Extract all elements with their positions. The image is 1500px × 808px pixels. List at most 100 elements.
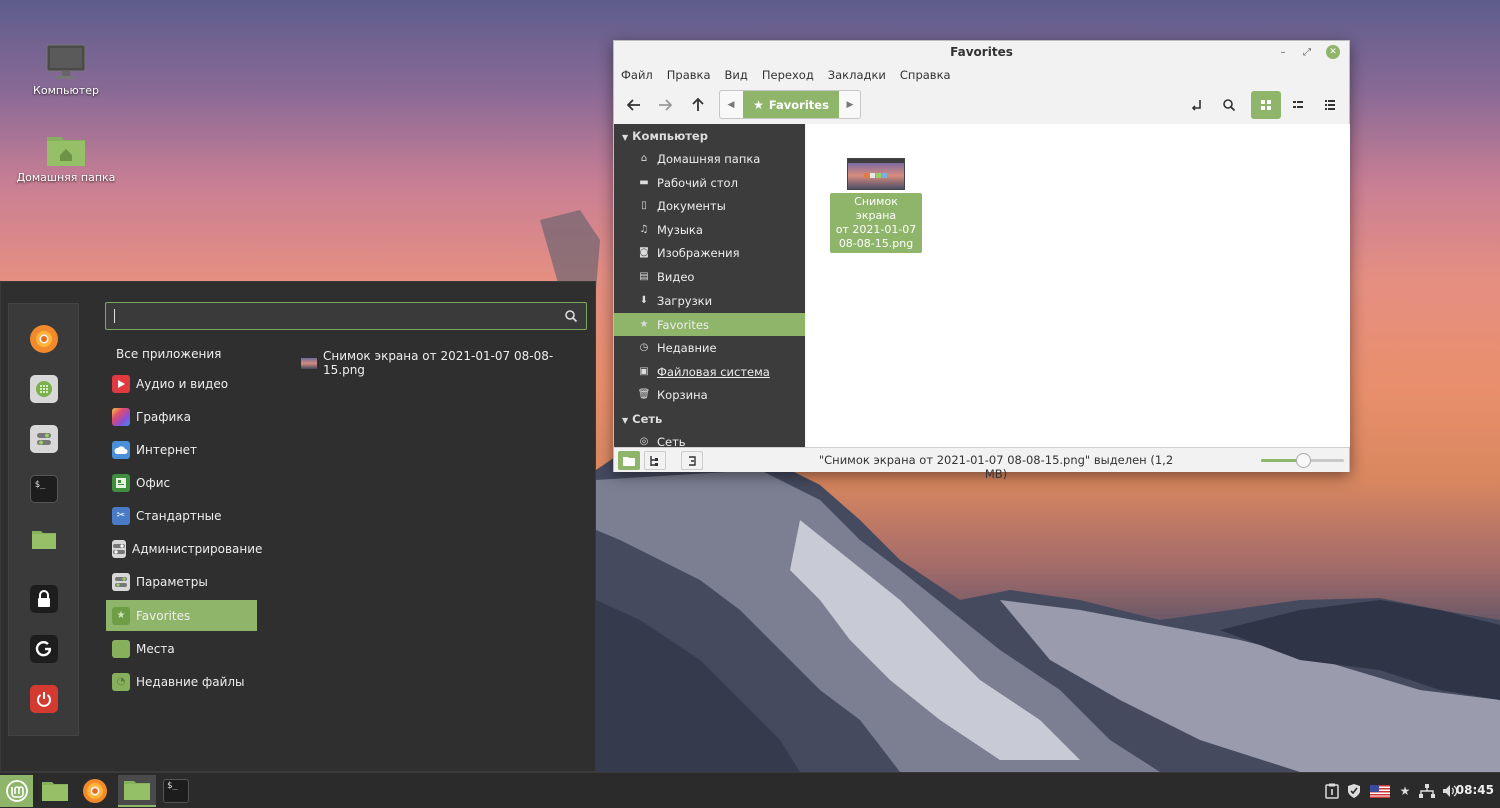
compact-view-button[interactable]	[1316, 91, 1344, 119]
sidebar-item-trash[interactable]: 🗑 Корзина	[614, 383, 805, 406]
breadcrumb-right-icon[interactable]: ▶	[839, 91, 861, 118]
category-recent-files[interactable]: ◔ Недавние файлы	[106, 666, 257, 697]
sidebar-header-label: Компьютер	[632, 129, 708, 143]
minimize-icon[interactable]: –	[1276, 45, 1290, 59]
menu-bookmarks[interactable]: Закладки	[821, 66, 893, 84]
arrow-up-icon	[692, 98, 704, 111]
toggle-sidebar-button[interactable]	[681, 451, 703, 470]
taskbar-window-file-manager[interactable]	[118, 775, 156, 807]
show-treeview-button[interactable]	[644, 451, 666, 470]
clock[interactable]: 08:45	[1456, 783, 1494, 797]
category-places[interactable]: Места	[106, 633, 257, 664]
graphics-icon	[112, 407, 130, 426]
breadcrumb-current[interactable]: ★ Favorites	[743, 91, 839, 118]
search-icon	[564, 309, 578, 326]
sidebar-toggle-icon	[689, 455, 696, 466]
menu-view[interactable]: Вид	[718, 66, 755, 84]
file-item[interactable]: Снимок экрана от 2021-01-07 08-08-15.png	[830, 158, 922, 253]
taskbar-files-launcher[interactable]	[38, 775, 72, 807]
sidebar-header-network[interactable]: ▼ Сеть	[622, 412, 662, 426]
maximize-icon[interactable]: ⤢	[1300, 45, 1314, 59]
category-administration[interactable]: Администрирование	[106, 533, 262, 564]
files-icon[interactable]	[30, 525, 58, 553]
sidebar-item-downloads[interactable]: ⬇ Загрузки	[614, 289, 805, 312]
sidebar-item-label: Favorites	[657, 317, 709, 332]
sidebar-item-home[interactable]: ⌂ Домашняя папка	[614, 147, 805, 170]
network-icon[interactable]	[1418, 782, 1436, 800]
image-thumbnail-icon	[301, 357, 317, 369]
breadcrumb-left-icon[interactable]: ◀	[720, 91, 742, 118]
back-button[interactable]	[620, 91, 648, 119]
zoom-slider-handle[interactable]	[1295, 453, 1311, 468]
sidebar-item-pictures[interactable]: ◙ Изображения	[614, 241, 805, 264]
zoom-slider[interactable]	[1261, 453, 1344, 468]
firefox-icon[interactable]	[30, 325, 58, 353]
taskbar-terminal-launcher[interactable]: $_	[161, 775, 191, 807]
category-label: Графика	[136, 409, 191, 424]
text-caret	[114, 309, 115, 323]
all-applications-item[interactable]: Все приложения	[116, 347, 221, 361]
desktop-icon-label: Домашняя папка	[16, 171, 116, 184]
sidebar-header-computer[interactable]: ▼ Компьютер	[622, 129, 708, 143]
close-icon[interactable]: ✕	[1326, 45, 1340, 59]
home-folder-icon	[45, 131, 87, 167]
us-flag-icon[interactable]	[1369, 782, 1391, 800]
star-icon[interactable]: ★	[1396, 782, 1414, 800]
shield-icon[interactable]	[1345, 782, 1363, 800]
recent-icon: ◷	[639, 342, 649, 353]
sidebar-item-videos[interactable]: ▤ Видео	[614, 265, 805, 288]
category-accessories[interactable]: ✂ Стандартные	[106, 500, 257, 531]
file-view[interactable]: Снимок экрана от 2021-01-07 08-08-15.png	[806, 124, 1350, 447]
firefox-icon	[83, 779, 107, 803]
list-view-icon	[1293, 101, 1303, 108]
category-label: Параметры	[136, 574, 208, 589]
lock-icon[interactable]	[30, 585, 58, 613]
sidebar-item-label: Сеть	[657, 434, 686, 448]
sidebar-item-desktop[interactable]: ▬ Рабочий стол	[614, 171, 805, 194]
sidebar-item-recent[interactable]: ◷ Недавние	[614, 336, 805, 359]
power-icon[interactable]	[30, 685, 58, 713]
breadcrumb-label: Favorites	[768, 97, 829, 112]
show-places-button[interactable]	[618, 451, 640, 470]
documents-icon: ▯	[641, 200, 647, 211]
clipboard-icon[interactable]	[1323, 782, 1341, 800]
menu-help[interactable]: Справка	[893, 66, 958, 84]
window-title: Favorites	[950, 45, 1013, 59]
search-button[interactable]	[1215, 91, 1243, 119]
sidebar-item-filesystem[interactable]: ▣ Файловая система	[614, 360, 805, 383]
recent-file-item[interactable]: Снимок экрана от 2021-01-07 08-08-15.png	[301, 349, 595, 377]
category-label: Офис	[136, 475, 171, 490]
logout-icon[interactable]	[30, 635, 58, 663]
search-input[interactable]	[105, 302, 587, 330]
software-manager-icon[interactable]	[30, 375, 58, 403]
sidebar-item-network[interactable]: ◎ Сеть	[614, 430, 805, 448]
toggle-location-button[interactable]	[1183, 91, 1211, 119]
desktop-icon-home[interactable]: Домашняя папка	[16, 131, 116, 184]
category-multimedia[interactable]: Аудио и видео	[106, 368, 257, 399]
up-button[interactable]	[684, 91, 712, 119]
taskbar-firefox-launcher[interactable]	[78, 775, 112, 807]
category-favorites[interactable]: ★ Favorites	[106, 600, 257, 631]
terminal-icon[interactable]: $_	[30, 475, 58, 503]
category-office[interactable]: Офис	[106, 467, 257, 498]
forward-button[interactable]	[651, 91, 679, 119]
favorites-folder-icon: ★	[112, 606, 130, 625]
menu-go[interactable]: Переход	[755, 66, 821, 84]
sidebar-item-label: Музыка	[657, 222, 703, 237]
icon-view-button[interactable]	[1251, 91, 1281, 119]
file-name-line: Снимок экрана	[854, 195, 898, 222]
category-label: Места	[136, 641, 175, 656]
menu-button[interactable]	[0, 775, 33, 807]
list-view-button[interactable]	[1284, 91, 1312, 119]
category-internet[interactable]: Интернет	[106, 434, 257, 465]
settings-icon[interactable]	[30, 425, 58, 453]
folder-icon	[623, 456, 635, 466]
menu-edit[interactable]: Правка	[660, 66, 718, 84]
desktop-icon-computer[interactable]: Компьютер	[16, 44, 116, 97]
category-graphics[interactable]: Графика	[106, 401, 257, 432]
category-preferences[interactable]: Параметры	[106, 566, 257, 597]
sidebar-item-favorites[interactable]: ★ Favorites	[614, 313, 805, 336]
sidebar-item-documents[interactable]: ▯ Документы	[614, 194, 805, 217]
menu-file[interactable]: Файл	[614, 66, 660, 84]
sidebar-item-music[interactable]: ♫ Музыка	[614, 218, 805, 241]
